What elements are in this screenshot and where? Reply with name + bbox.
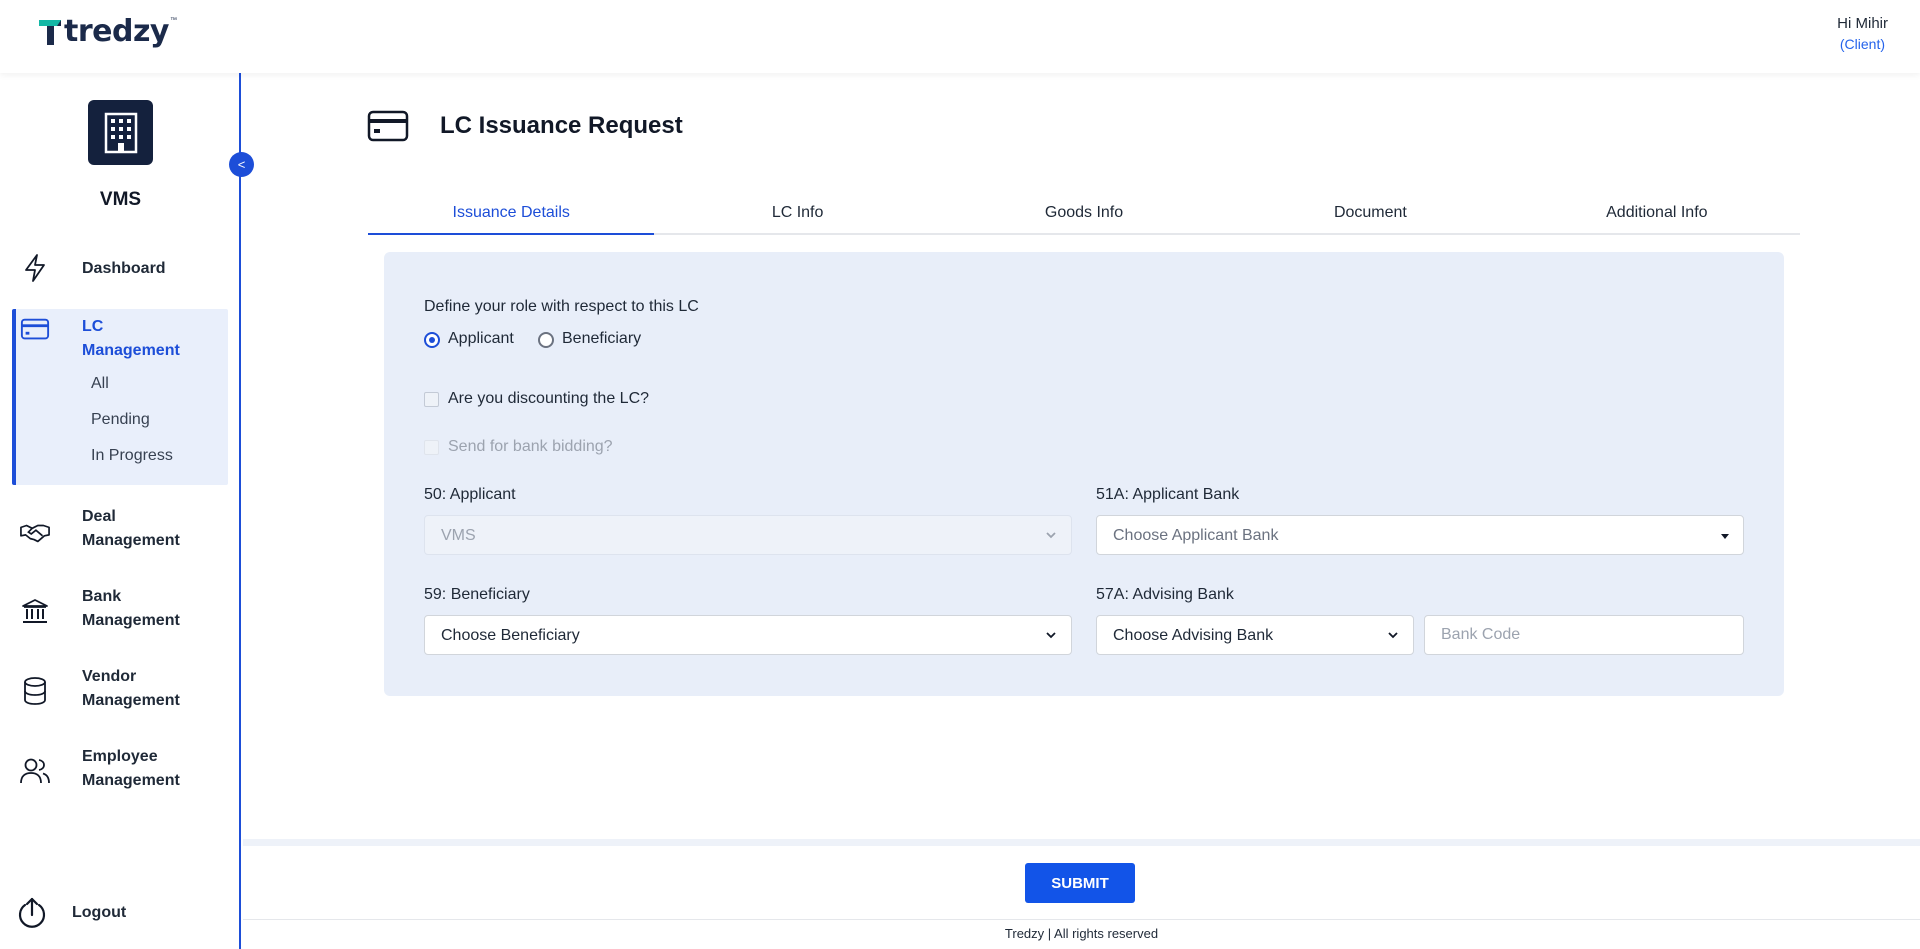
discount-checkbox-label[interactable]: Are you discounting the LC?: [448, 390, 649, 408]
chevron-down-icon: [1046, 532, 1056, 539]
sidebar-item-employee-management[interactable]: Employee Management: [0, 745, 229, 795]
bidding-checkbox-label: Send for bank bidding?: [448, 438, 613, 455]
tab-goods-info[interactable]: Goods Info: [941, 195, 1227, 233]
logout-icon: [15, 896, 49, 930]
advising-bank-select-value: Choose Advising Bank: [1113, 627, 1274, 644]
sidebar-item-deal-management[interactable]: Deal Management: [0, 505, 229, 555]
beneficiary-select[interactable]: Choose Beneficiary: [424, 615, 1072, 655]
users-icon: [20, 756, 50, 786]
advising-bank-select[interactable]: Choose Advising Bank: [1096, 615, 1414, 655]
bank-code-input[interactable]: [1424, 615, 1744, 655]
applicant-bank-label: 51A: Applicant Bank: [1096, 486, 1240, 503]
sidebar-item-bank-management[interactable]: Bank Management: [0, 585, 229, 635]
bank-icon: [20, 596, 50, 626]
advising-bank-label: 57A: Advising Bank: [1096, 586, 1234, 603]
sidebar: VMS Dashboard LC Management All Pending …: [0, 73, 241, 949]
building-icon: [104, 112, 137, 153]
tab-issuance-details[interactable]: Issuance Details: [368, 195, 655, 235]
radio-beneficiary-label[interactable]: Beneficiary: [562, 330, 641, 348]
caret-down-icon: [1721, 534, 1729, 539]
brand-name: tredzy: [64, 14, 169, 49]
radio-applicant-label[interactable]: Applicant: [448, 330, 514, 348]
footer-separator: [243, 919, 1920, 920]
organization-name: VMS: [99, 189, 142, 210]
submit-button[interactable]: SUBMIT: [1025, 863, 1135, 903]
lightning-icon: [20, 253, 50, 283]
beneficiary-label: 59: Beneficiary: [424, 586, 530, 603]
applicant-select-value: VMS: [441, 527, 476, 544]
sidebar-item-label: Deal Management: [82, 508, 180, 549]
sidebar-item-dashboard[interactable]: Dashboard: [0, 250, 229, 290]
top-header: tredzy ™ Hi Mihir (Client): [0, 0, 1920, 73]
user-info[interactable]: Hi Mihir (Client): [1837, 15, 1888, 52]
chevron-down-icon: [1388, 632, 1398, 639]
sidebar-item-label: Dashboard: [82, 260, 166, 277]
sidebar-item-vendor-management[interactable]: Vendor Management: [0, 665, 229, 715]
radio-applicant[interactable]: [424, 332, 440, 348]
tab-lc-info[interactable]: LC Info: [654, 195, 940, 233]
database-icon: [20, 676, 50, 706]
user-role: (Client): [1839, 36, 1885, 52]
credit-card-icon: [20, 314, 50, 344]
tredzy-logo[interactable]: tredzy ™: [37, 17, 177, 47]
handshake-icon: [20, 518, 50, 548]
sidebar-collapse-button[interactable]: <: [229, 152, 254, 177]
applicant-bank-select[interactable]: Choose Applicant Bank: [1096, 515, 1744, 555]
tab-bar: Issuance Details LC Info Goods Info Docu…: [368, 195, 1800, 235]
applicant-label: 50: Applicant: [424, 486, 516, 503]
issuance-details-form: Define your role with respect to this LC…: [384, 252, 1784, 696]
tredzy-logo-mark-icon: [39, 20, 61, 45]
applicant-select: VMS: [424, 515, 1072, 555]
radio-beneficiary[interactable]: [538, 332, 554, 348]
beneficiary-select-value: Choose Beneficiary: [441, 627, 580, 644]
logout-label: Logout: [72, 904, 127, 921]
tab-additional-info[interactable]: Additional Info: [1514, 195, 1800, 233]
trademark: ™: [169, 16, 177, 24]
user-greeting: Hi Mihir: [1837, 15, 1888, 32]
organization-logo: [88, 100, 153, 165]
sidebar-subitem-all[interactable]: All: [91, 375, 109, 393]
sidebar-item-label: Employee Management: [82, 748, 180, 789]
sidebar-item-label: LC Management: [82, 318, 180, 359]
discount-checkbox[interactable]: [424, 392, 439, 407]
tab-document[interactable]: Document: [1227, 195, 1513, 233]
sidebar-subitem-in-progress[interactable]: In Progress: [91, 447, 173, 465]
sidebar-item-lc-management[interactable]: LC Management All Pending In Progress: [12, 309, 228, 485]
sidebar-item-label: Vendor Management: [82, 668, 180, 709]
chevron-down-icon: [1046, 632, 1056, 639]
copyright-text: Tredzy | All rights reserved: [1004, 926, 1159, 941]
sidebar-subitem-pending[interactable]: Pending: [91, 411, 150, 429]
credit-card-icon: [367, 110, 409, 142]
bidding-checkbox: [424, 440, 439, 455]
page-title: LC Issuance Request: [440, 112, 683, 139]
logout-button[interactable]: Logout: [0, 893, 229, 933]
applicant-bank-placeholder: Choose Applicant Bank: [1113, 527, 1279, 544]
footer-divider: [243, 839, 1920, 846]
role-question: Define your role with respect to this LC: [424, 298, 699, 315]
sidebar-item-label: Bank Management: [82, 588, 180, 629]
